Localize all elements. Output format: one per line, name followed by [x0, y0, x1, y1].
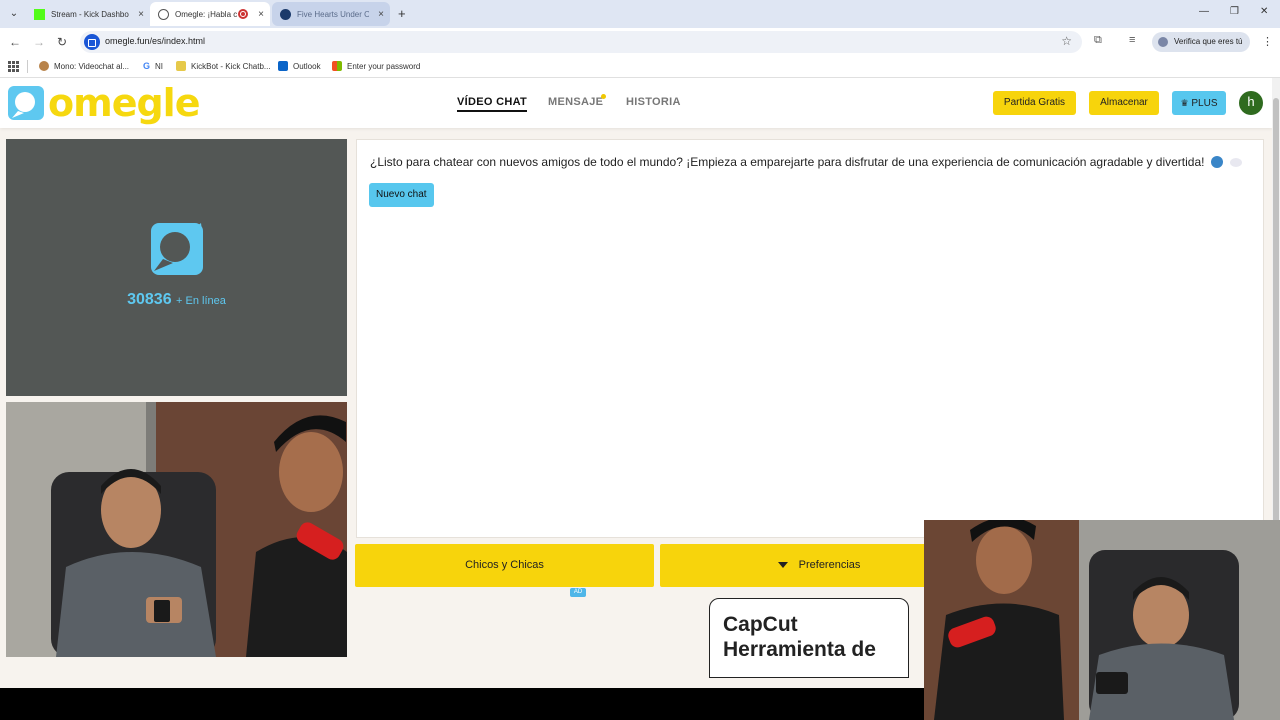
close-icon[interactable]: × — [258, 9, 264, 20]
verify-profile-button[interactable]: Verifica que eres tú — [1152, 32, 1250, 52]
reload-icon[interactable]: ↻ — [57, 35, 67, 49]
ad-badge: AD — [570, 588, 586, 597]
bookmark-kickbot[interactable]: KickBot - Kick Chatb... — [176, 61, 271, 71]
tab-title: Omegle: ¡Habla c — [175, 9, 237, 19]
streamer-webcam-overlay — [924, 520, 1280, 720]
media-controls-icon[interactable]: ≡ — [1129, 34, 1135, 46]
tab-search-icon[interactable]: ⌄ — [6, 6, 22, 22]
nav-historia[interactable]: HISTORIA — [626, 96, 681, 108]
restore-icon[interactable]: ❐ — [1230, 6, 1239, 17]
site-info-icon[interactable] — [84, 34, 100, 50]
online-count: 30836 + En línea — [6, 291, 347, 309]
steam-icon — [280, 8, 291, 20]
bookmark-enter-password[interactable]: Enter your password — [332, 61, 420, 71]
plus-button[interactable]: ♛ PLUS — [1172, 91, 1226, 115]
close-icon[interactable]: × — [378, 9, 384, 20]
welcome-message: ¿Listo para chatear con nuevos amigos de… — [370, 155, 1243, 169]
kick-icon — [34, 8, 45, 20]
globe-icon — [158, 8, 169, 20]
logo-text: omegle — [48, 81, 200, 125]
bookmark-label: Mono: Videochat al... — [54, 61, 130, 71]
nav-mensaje[interactable]: MENSAJE — [548, 96, 603, 108]
plus-label: PLUS — [1191, 98, 1218, 109]
monkey-icon — [39, 61, 49, 71]
ad-title: CapCut Herramienta de — [723, 613, 876, 661]
omegle-logo[interactable]: omegle — [6, 81, 200, 125]
bookmark-ni[interactable]: G NI — [143, 61, 163, 71]
filter-icon — [777, 562, 788, 568]
divider — [27, 60, 28, 73]
online-number: 30836 — [127, 291, 172, 308]
omegle-logo-icon — [6, 84, 46, 122]
browser-tab-bar: ⌄ Stream - Kick Dashbo × Omegle: ¡Habla … — [0, 0, 1280, 28]
forward-icon[interactable]: → — [33, 35, 45, 49]
close-window-icon[interactable]: ✕ — [1260, 6, 1268, 17]
online-label: + En línea — [176, 295, 226, 307]
extensions-icon[interactable]: ⧉ — [1094, 34, 1102, 47]
tab-omegle[interactable]: Omegle: ¡Habla c × — [150, 2, 270, 26]
bookmark-outlook[interactable]: Outlook — [278, 61, 321, 71]
minimize-icon[interactable]: — — [1199, 6, 1209, 17]
profile-icon — [1158, 37, 1168, 47]
verify-label: Verifica que eres tú — [1174, 37, 1243, 46]
preferences-label: Preferencias — [798, 559, 861, 571]
bookmark-label: NI — [155, 61, 164, 71]
folder-icon — [176, 61, 186, 71]
nav-video-chat[interactable]: VÍDEO CHAT — [457, 96, 528, 112]
bookmarks-bar: Mono: Videochat al... G NI KickBot - Kic… — [0, 56, 1280, 78]
notification-dot — [601, 94, 606, 99]
capcut-ad-card[interactable]: CapCut Herramienta de — [709, 598, 909, 678]
omegle-placeholder-icon — [149, 221, 205, 277]
gender-filter-button[interactable]: Chicos y Chicas — [355, 544, 654, 587]
apps-grid-icon[interactable] — [8, 61, 19, 72]
crown-icon: ♛ — [1180, 98, 1189, 108]
back-icon[interactable]: ← — [9, 35, 21, 49]
tab-five-hearts[interactable]: Five Hearts Under O × — [272, 2, 390, 26]
welcome-text: ¿Listo para chatear con nuevos amigos de… — [370, 155, 1205, 169]
url-text[interactable]: omegle.fun/es/index.html — [105, 36, 205, 46]
address-bar-row: ← → ↻ omegle.fun/es/index.html ☆ ⧉ ≡ Ver… — [0, 28, 1280, 56]
tab-title: Five Hearts Under O — [297, 9, 369, 19]
partida-gratis-button[interactable]: Partida Gratis — [993, 91, 1076, 115]
bookmark-label: KickBot - Kick Chatb... — [191, 61, 271, 71]
close-icon[interactable]: × — [138, 9, 144, 20]
tab-kick-dashboard[interactable]: Stream - Kick Dashbo × — [26, 2, 150, 26]
stranger-video-panel: 30836 + En línea — [6, 139, 347, 396]
site-header: omegle VÍDEO CHAT MENSAJE HISTORIA Parti… — [0, 78, 1272, 128]
new-tab-button[interactable]: + — [398, 6, 406, 21]
browser-menu-icon[interactable]: ⋮ — [1262, 35, 1273, 48]
new-chat-button[interactable]: Nuevo chat — [369, 183, 434, 207]
bookmark-star-icon[interactable]: ☆ — [1061, 34, 1072, 48]
outlook-icon — [278, 61, 288, 71]
microsoft-icon — [332, 61, 342, 71]
globe-emoji-icon — [1210, 156, 1223, 168]
almacenar-button[interactable]: Almacenar — [1089, 91, 1159, 115]
self-camera-video — [6, 402, 347, 657]
omnibox[interactable]: omegle.fun/es/index.html ☆ — [80, 31, 1082, 53]
speech-bubble-emoji-icon — [1230, 158, 1243, 167]
tab-title: Stream - Kick Dashbo — [51, 9, 129, 19]
bookmark-label: Enter your password — [347, 61, 421, 71]
bookmark-label: Outlook — [293, 61, 321, 71]
chat-area: ¿Listo para chatear con nuevos amigos de… — [356, 139, 1264, 538]
recording-icon — [238, 9, 248, 19]
user-avatar[interactable]: h — [1239, 91, 1263, 115]
bookmark-mono[interactable]: Mono: Videochat al... — [39, 61, 129, 71]
google-icon: G — [143, 61, 151, 71]
